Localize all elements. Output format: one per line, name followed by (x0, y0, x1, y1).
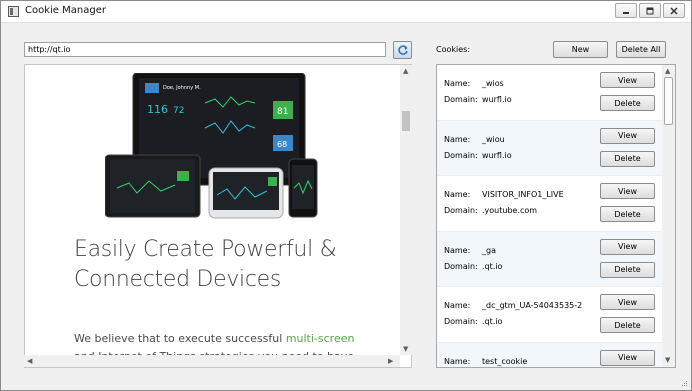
delete-all-button[interactable]: Delete All (616, 41, 666, 58)
cookie-row: Name: _ga Domain: .qt.io View Delete (437, 231, 662, 287)
delete-cookie-button[interactable]: Delete (600, 317, 655, 333)
cookie-domain: wurfl.io (482, 150, 512, 160)
scroll-right-icon[interactable]: ▶ (388, 357, 393, 365)
scroll-up-icon[interactable]: ▲ (403, 67, 408, 75)
headline-line-1: Easily Create Powerful & (74, 237, 337, 262)
web-horizontal-scrollbar[interactable]: ◀ ▶ (24, 355, 400, 367)
name-key: Name: (444, 190, 471, 199)
close-icon (670, 6, 678, 15)
cookie-row: Name: _dc_gtm_UA-54043535-2 Domain: .qt.… (437, 287, 662, 343)
domain-key: Domain: (444, 206, 478, 215)
cookie-domain: wurfl.io (482, 95, 512, 104)
cookie-row: Name: _wios Domain: wurfl.io View Delete (437, 65, 662, 121)
scroll-down-icon[interactable]: ▼ (665, 356, 670, 364)
delete-cookie-button[interactable]: Delete (600, 95, 655, 111)
resize-grip-icon[interactable] (680, 379, 688, 387)
web-vertical-scrollbar[interactable]: ▲ ▼ (400, 65, 412, 355)
cookie-list: Name: _wios Domain: wurfl.io View Delete… (437, 65, 662, 367)
devices-hero-image: Doe, Johnny M. 116 72 81 68 (105, 73, 318, 219)
cookie-row: Name: _wiou Domain: wurfl.io View Delete (437, 120, 662, 176)
para-text-start: We believe that to execute successful (74, 332, 286, 345)
web-scroll-thumb[interactable] (402, 111, 410, 131)
cookie-list-panel[interactable]: Name: _wios Domain: wurfl.io View Delete… (436, 64, 676, 368)
reload-button[interactable] (393, 41, 412, 59)
cookie-row: Name: VISITOR_INFO1_LIVE Domain: .youtub… (437, 176, 662, 232)
view-cookie-button[interactable]: View (600, 349, 655, 366)
new-cookie-button[interactable]: New (553, 41, 608, 58)
url-input[interactable] (24, 42, 386, 57)
web-view[interactable]: Doe, Johnny M. 116 72 81 68 Easily Creat… (24, 64, 412, 368)
cookie-row: Name: test_cookie View (437, 342, 662, 367)
domain-key: Domain: (444, 95, 478, 104)
domain-key: Domain: (444, 261, 478, 271)
cookie-name: test_cookie (482, 356, 528, 366)
name-key: Name: (444, 134, 471, 144)
bp-sub-value: 72 (173, 106, 184, 116)
scroll-left-icon[interactable]: ◀ (27, 357, 32, 365)
cookie-domain: .qt.io (482, 261, 503, 271)
cookies-label: Cookies: (436, 45, 471, 54)
window-controls (613, 3, 685, 19)
page-headline: Easily Create Powerful & Connected Devic… (74, 235, 384, 295)
view-cookie-button[interactable]: View (600, 238, 655, 255)
scroll-up-icon[interactable]: ▲ (665, 67, 670, 75)
view-cookie-button[interactable]: View (600, 127, 655, 144)
cookie-scroll-thumb[interactable] (664, 77, 673, 125)
view-cookie-button[interactable]: View (600, 294, 655, 310)
cookie-name: _dc_gtm_UA-54043535-2 (482, 301, 583, 310)
cookie-domain: .qt.io (482, 317, 503, 326)
domain-key: Domain: (444, 150, 478, 160)
app-icon (8, 6, 19, 17)
reload-icon (397, 45, 408, 55)
delete-cookie-button[interactable]: Delete (600, 206, 655, 222)
restore-button[interactable] (639, 3, 661, 18)
cookie-manager-window: Cookie Manager Doe, Johnny M. 116 72 (0, 0, 692, 391)
view-cookie-button[interactable]: View (600, 72, 655, 88)
name-key: Name: (444, 356, 471, 366)
cookie-list-scrollbar[interactable]: ▲ ▼ (662, 65, 675, 367)
title-bar: Cookie Manager (1, 1, 691, 23)
scroll-down-icon[interactable]: ▼ (403, 345, 408, 353)
view-cookie-button[interactable]: View (600, 183, 655, 199)
cookie-name: _wiou (482, 134, 505, 144)
bp-main-value: 116 (147, 103, 168, 116)
cookie-name: _ga (482, 245, 496, 255)
name-key: Name: (444, 301, 471, 310)
pulse-value: 81 (277, 107, 288, 117)
restore-icon (646, 7, 654, 14)
cookie-name: VISITOR_INFO1_LIVE (482, 190, 564, 199)
headline-line-2: Connected Devices (74, 267, 282, 292)
minimize-icon (623, 11, 629, 14)
close-button[interactable] (663, 3, 685, 18)
delete-cookie-button[interactable]: Delete (600, 150, 655, 167)
cookie-name: _wios (482, 79, 504, 88)
window-title: Cookie Manager (25, 5, 106, 16)
cookie-domain: .youtube.com (482, 206, 538, 215)
domain-key: Domain: (444, 317, 478, 326)
delete-cookie-button[interactable]: Delete (600, 261, 655, 278)
patient-name: Doe, Johnny M. (163, 85, 201, 91)
multi-screen-link[interactable]: multi-screen (286, 332, 355, 345)
name-key: Name: (444, 79, 471, 88)
name-key: Name: (444, 245, 471, 255)
spo2-value: 68 (277, 140, 287, 149)
minimize-button[interactable] (615, 3, 637, 18)
